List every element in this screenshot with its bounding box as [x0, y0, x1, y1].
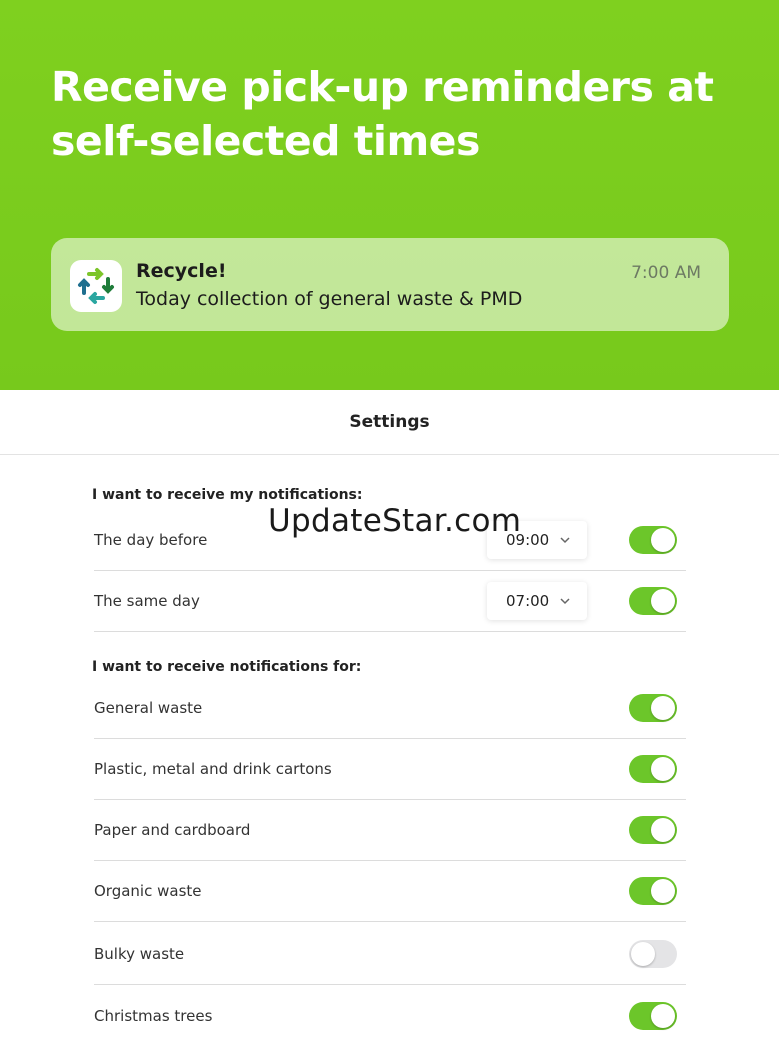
- notification-app-name: Recycle!: [136, 260, 227, 282]
- setting-row-bulky: Bulky waste: [94, 924, 686, 985]
- toggle-knob: [651, 696, 675, 720]
- toggle-knob: [651, 818, 675, 842]
- setting-row-paper: Paper and cardboard: [94, 800, 686, 861]
- chevron-down-icon: [560, 537, 570, 544]
- row-label: Paper and cardboard: [94, 821, 251, 839]
- setting-row-christmas-trees: Christmas trees: [94, 985, 686, 1040]
- page-title: Settings: [349, 412, 430, 432]
- chevron-down-icon: [560, 598, 570, 605]
- setting-row-same-day: The same day 07:00: [94, 571, 686, 632]
- toggle-christmas-trees[interactable]: [629, 1001, 677, 1030]
- toggle-paper[interactable]: [629, 816, 677, 844]
- hero-title: Receive pick-up reminders at self-select…: [51, 63, 714, 165]
- row-label: General waste: [94, 699, 203, 717]
- toggle-general-waste[interactable]: [629, 694, 677, 722]
- toggle-same-day[interactable]: [629, 587, 677, 615]
- setting-row-general-waste: General waste: [94, 678, 686, 739]
- notification-message: Today collection of general waste & PMD: [136, 288, 523, 310]
- toggle-knob: [651, 589, 675, 613]
- types-section-label: I want to receive notifications for:: [92, 659, 362, 675]
- setting-row-plastic-metal: Plastic, metal and drink cartons: [94, 739, 686, 800]
- toggle-knob: [631, 942, 655, 966]
- toggle-organic[interactable]: [629, 877, 677, 905]
- notification-time: 7:00 AM: [631, 263, 701, 283]
- toggle-day-before[interactable]: [629, 526, 677, 554]
- recycle-arrows-icon: [78, 268, 114, 304]
- toggle-knob: [651, 528, 675, 552]
- row-label: Organic waste: [94, 882, 202, 900]
- setting-row-organic: Organic waste: [94, 861, 686, 922]
- timing-section-label: I want to receive my notifications:: [92, 487, 363, 503]
- time-value: 07:00: [506, 592, 550, 610]
- row-label: The day before: [94, 531, 208, 549]
- row-label: The same day: [94, 592, 200, 610]
- notification-card: Recycle! Today collection of general was…: [51, 238, 729, 331]
- toggle-knob: [651, 879, 675, 903]
- app-icon: [70, 260, 122, 312]
- settings-header: Settings: [0, 390, 779, 455]
- watermark: UpdateStar.com: [268, 503, 522, 539]
- toggle-bulky[interactable]: [629, 940, 677, 968]
- toggle-knob: [651, 757, 675, 781]
- time-select-same-day[interactable]: 07:00: [487, 582, 587, 620]
- row-label: Plastic, metal and drink cartons: [94, 760, 332, 778]
- row-label: Christmas trees: [94, 1006, 213, 1025]
- row-label: Bulky waste: [94, 945, 185, 963]
- hero-banner: Receive pick-up reminders at self-select…: [0, 0, 779, 390]
- toggle-knob: [651, 1003, 675, 1028]
- toggle-plastic-metal[interactable]: [629, 755, 677, 783]
